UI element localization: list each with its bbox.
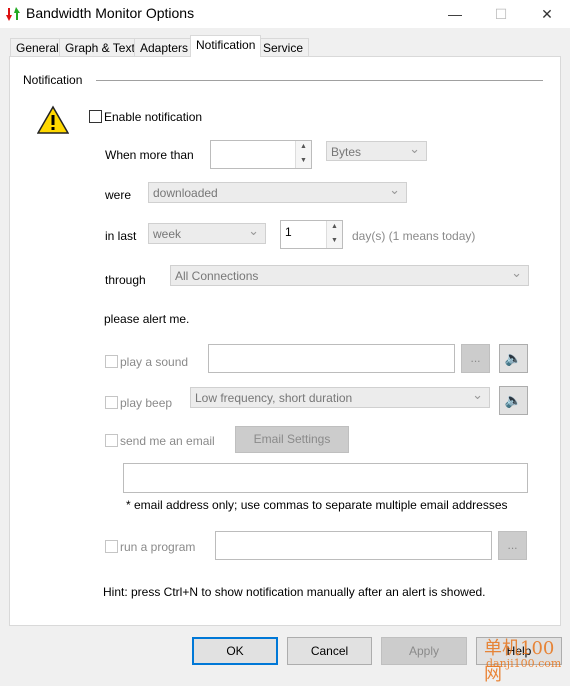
spin-up-icon[interactable]: ▲ [296,141,311,155]
period-select[interactable]: week [148,223,266,244]
amount-stepper[interactable]: ▲ ▼ [210,140,312,169]
close-button[interactable]: ✕ [524,0,570,28]
enable-notification-label: Enable notification [104,110,203,124]
beep-select[interactable]: Low frequency, short duration [190,387,490,408]
enable-notification-checkbox[interactable] [89,110,102,123]
sound-file-input[interactable] [208,344,455,373]
section-divider [96,80,543,81]
send-email-checkbox[interactable] [105,434,118,447]
amount-spin[interactable]: ▲ ▼ [295,141,311,168]
apply-button[interactable]: Apply [381,637,467,665]
tab-graph-text[interactable]: Graph & Text [59,38,141,57]
count-spin[interactable]: ▲ ▼ [326,221,342,248]
minimize-button[interactable]: — [432,0,478,28]
section-title: Notification [23,73,83,87]
connection-select[interactable]: All Connections [170,265,529,286]
through-label: through [105,273,146,287]
play-sound-label: play a sound [120,355,189,369]
email-note: * email address only; use commas to sepa… [126,498,508,512]
tab-adapters[interactable]: Adapters [134,38,195,57]
spin-up-icon[interactable]: ▲ [327,221,342,235]
days-hint: day(s) (1 means today) [352,229,476,243]
play-beep-label: play beep [120,396,173,410]
warning-icon [36,105,70,138]
tab-general[interactable]: General [10,38,65,57]
spin-down-icon[interactable]: ▼ [296,155,311,169]
speaker-test-beep-icon[interactable]: 🔈 [499,386,528,415]
count-value[interactable]: 1 [281,221,296,248]
play-beep-checkbox[interactable] [105,396,118,409]
run-program-label: run a program [120,540,196,554]
tab-notification[interactable]: Notification [190,35,262,57]
title-bar: Bandwidth Monitor Options — ☐ ✕ [0,0,570,28]
speaker-test-sound-icon[interactable]: 🔈 [499,344,528,373]
direction-select[interactable]: downloaded [148,182,407,203]
spin-down-icon[interactable]: ▼ [327,235,342,249]
watermark-url: danji100.com [486,657,562,670]
unit-select[interactable]: Bytes [326,141,427,161]
email-input[interactable] [123,463,528,493]
alert-label: please alert me. [104,312,190,326]
browse-program-button[interactable]: ... [498,531,527,560]
email-settings-button[interactable]: Email Settings [235,426,349,453]
window-title: Bandwidth Monitor Options [26,5,195,21]
run-program-checkbox[interactable] [105,540,118,553]
maximize-button[interactable]: ☐ [478,0,524,28]
play-sound-checkbox[interactable] [105,355,118,368]
were-label: were [105,188,132,202]
tab-service[interactable]: Service [257,38,310,57]
hint-text: Hint: press Ctrl+N to show notification … [103,585,486,599]
browse-sound-button[interactable]: ... [461,344,490,373]
app-icon [5,6,21,22]
program-input[interactable] [215,531,492,560]
when-label: When more than [105,148,194,162]
count-stepper[interactable]: 1 ▲ ▼ [280,220,343,249]
in-last-label: in last [105,229,137,243]
cancel-button[interactable]: Cancel [287,637,372,665]
ok-button[interactable]: OK [192,637,278,665]
send-email-label: send me an email [120,434,215,448]
